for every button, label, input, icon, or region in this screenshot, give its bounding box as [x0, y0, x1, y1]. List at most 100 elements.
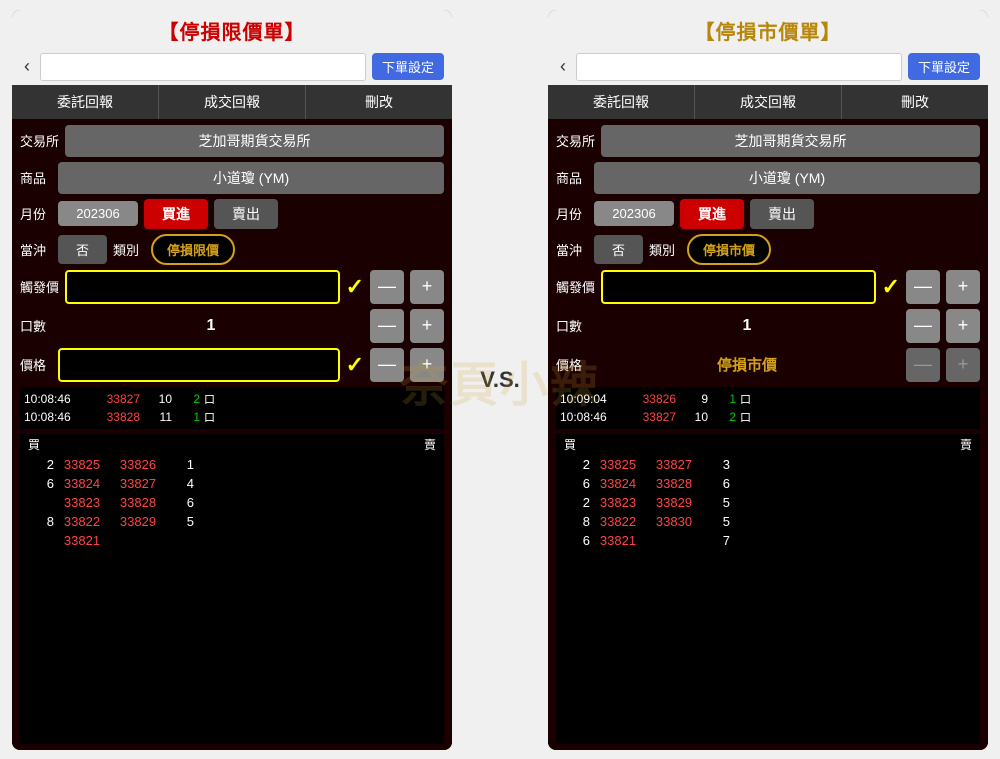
left-trade-vol-0: 10: [144, 392, 172, 406]
left-price-check: ✓: [346, 352, 364, 378]
left-trade-box-0: 口: [204, 391, 215, 407]
right-top-nav: ‹ 下單設定: [548, 49, 988, 85]
right-trigger-plus[interactable]: +: [946, 270, 980, 304]
left-month-label: 月份: [20, 204, 52, 223]
right-price-market-text: 停損市價: [594, 354, 900, 375]
right-lot-row: 口數 1 — +: [556, 309, 980, 343]
left-settings-btn[interactable]: 下單設定: [372, 53, 444, 80]
right-market-input[interactable]: [576, 53, 902, 81]
left-tab-bar: 委託回報 成交回報 刪改: [12, 85, 452, 119]
left-tab-0[interactable]: 委託回報: [12, 85, 159, 119]
left-trigger-plus[interactable]: +: [410, 270, 444, 304]
right-daytrade-label: 當沖: [556, 240, 588, 259]
right-tab-2[interactable]: 刪改: [842, 85, 988, 119]
right-mr-buy-price-4: 33821: [590, 533, 646, 548]
left-trigger-minus[interactable]: —: [370, 270, 404, 304]
left-top-nav: ‹ 下單設定: [12, 49, 452, 85]
left-back-arrow[interactable]: ‹: [20, 54, 34, 79]
right-trigger-input[interactable]: [601, 270, 876, 304]
right-sell-btn[interactable]: 賣出: [750, 199, 814, 229]
right-market-sell-label: 賣: [960, 436, 972, 453]
right-lot-minus[interactable]: —: [906, 309, 940, 343]
right-price-label: 價格: [556, 355, 588, 374]
left-product-row: 商品 小道瓊 (YM): [20, 162, 444, 194]
right-mr-buy-vol-4: 6: [562, 533, 590, 548]
left-header: 【停損限價單】: [12, 10, 452, 49]
left-product-btn[interactable]: 小道瓊 (YM): [58, 162, 444, 194]
left-trade-price-1: 33828: [90, 410, 140, 424]
right-trade-vol-0: 9: [680, 392, 708, 406]
right-market-header: 買 賣: [556, 434, 980, 455]
right-mr-buy-vol-1: 6: [562, 476, 590, 491]
left-price-wrap: [58, 348, 340, 382]
right-tab-bar: 委託回報 成交回報 刪改: [548, 85, 988, 119]
right-trigger-check: ✓: [882, 274, 900, 300]
left-title: 【停損限價單】: [22, 16, 442, 45]
left-month-input[interactable]: [58, 201, 138, 226]
right-market-row-0: 2 33825 33827 3: [556, 455, 980, 474]
right-mr-buy-price-2: 33823: [590, 495, 646, 510]
left-price-plus[interactable]: +: [410, 348, 444, 382]
left-market-input[interactable]: [40, 53, 366, 81]
left-trigger-check: ✓: [346, 274, 364, 300]
left-trade-row-0: 10:08:46 33827 10 2 口: [24, 390, 440, 408]
right-mr-sell-vol-4: 7: [702, 533, 730, 548]
right-buy-btn[interactable]: 買進: [680, 199, 744, 229]
left-trigger-input[interactable]: [65, 270, 340, 304]
right-trade-time-1: 10:08:46: [560, 410, 622, 424]
right-tab-1[interactable]: 成交回報: [695, 85, 842, 119]
right-mr-buy-vol-0: 2: [562, 457, 590, 472]
left-type-badge[interactable]: 停損限價: [151, 234, 235, 265]
left-tab-2[interactable]: 刪改: [306, 85, 452, 119]
right-title: 【停損市價單】: [558, 16, 978, 45]
right-trigger-minus[interactable]: —: [906, 270, 940, 304]
right-market-section: 買 賣 2 33825 33827 3 6 33824 33828 6 2: [556, 434, 980, 744]
right-product-btn[interactable]: 小道瓊 (YM): [594, 162, 980, 194]
right-mr-sell-price-1: 33828: [646, 476, 702, 491]
left-sell-btn[interactable]: 賣出: [214, 199, 278, 229]
left-trigger-wrap: [65, 270, 340, 304]
right-trade-log: 10:09:04 33826 9 1 口 10:08:46 33827 10 2…: [556, 387, 980, 429]
right-mr-sell-price-0: 33827: [646, 457, 702, 472]
left-mr-buy-vol-1: 6: [26, 476, 54, 491]
left-tab-1[interactable]: 成交回報: [159, 85, 306, 119]
left-trade-box-1: 口: [204, 409, 215, 425]
right-trade-box-1: 口: [740, 409, 751, 425]
left-price-input[interactable]: [58, 348, 340, 382]
right-price-minus: —: [906, 348, 940, 382]
right-header: 【停損市價單】: [548, 10, 988, 49]
left-mr-buy-price-1: 33824: [54, 476, 110, 491]
right-lot-plus[interactable]: +: [946, 309, 980, 343]
right-tab-0[interactable]: 委託回報: [548, 85, 695, 119]
right-market-row-1: 6 33824 33828 6: [556, 474, 980, 493]
left-exchange-btn[interactable]: 芝加哥期貨交易所: [65, 125, 444, 157]
left-mr-sell-price-2: 33828: [110, 495, 166, 510]
left-daytrade-row: 當沖 否 類別 停損限價: [20, 234, 444, 265]
right-daytrade-row: 當沖 否 類別 停損市價: [556, 234, 980, 265]
right-trade-vol-1: 10: [680, 410, 708, 424]
left-lot-plus[interactable]: +: [410, 309, 444, 343]
right-settings-btn[interactable]: 下單設定: [908, 53, 980, 80]
right-back-arrow[interactable]: ‹: [556, 54, 570, 79]
right-type-badge[interactable]: 停損市價: [687, 234, 771, 265]
left-panel: 【停損限價單】 ‹ 下單設定 委託回報 成交回報 刪改 交易所 芝加哥期貨交易所…: [12, 10, 452, 750]
right-trigger-wrap: [601, 270, 876, 304]
right-market-row-2: 2 33823 33829 5: [556, 493, 980, 512]
left-market-row-3: 8 33822 33829 5: [20, 512, 444, 531]
right-month-input[interactable]: [594, 201, 674, 226]
left-price-minus[interactable]: —: [370, 348, 404, 382]
right-exchange-btn[interactable]: 芝加哥期貨交易所: [601, 125, 980, 157]
left-lot-minus[interactable]: —: [370, 309, 404, 343]
left-mr-buy-price-0: 33825: [54, 457, 110, 472]
right-daytrade-btn[interactable]: 否: [594, 235, 643, 264]
right-mr-buy-price-0: 33825: [590, 457, 646, 472]
right-trade-count-1: 2: [712, 410, 736, 424]
right-market-row-4: 6 33821 7: [556, 531, 980, 550]
left-mr-sell-vol-0: 1: [166, 457, 194, 472]
left-daytrade-btn[interactable]: 否: [58, 235, 107, 264]
left-market-row-4: 33821: [20, 531, 444, 550]
left-daytrade-label: 當沖: [20, 240, 52, 259]
right-mr-sell-vol-2: 5: [702, 495, 730, 510]
left-buy-btn[interactable]: 買進: [144, 199, 208, 229]
right-month-row: 月份 買進 賣出: [556, 199, 980, 229]
